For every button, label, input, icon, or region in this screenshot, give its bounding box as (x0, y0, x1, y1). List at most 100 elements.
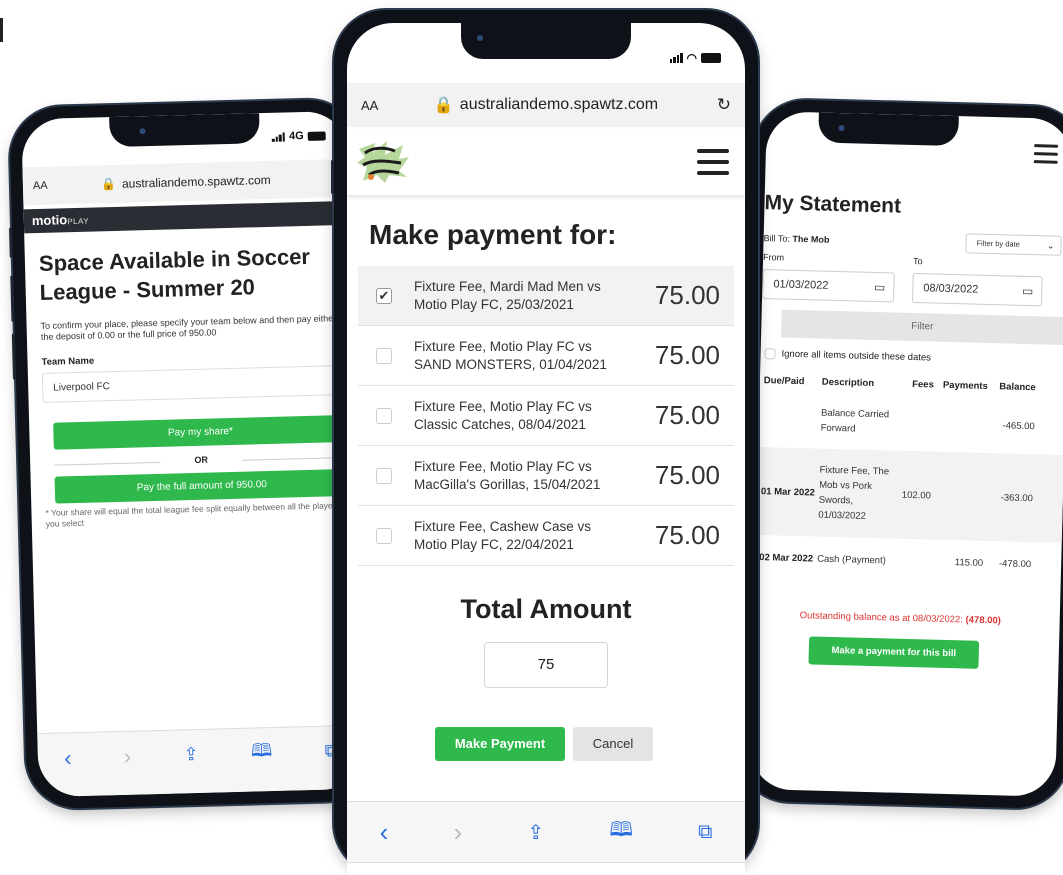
bookmarks-icon[interactable]: 🕮 (609, 815, 633, 849)
page-title: Space Available in Soccer League - Summe… (38, 243, 311, 305)
filter-button[interactable]: Filter (781, 309, 1063, 345)
make-payment-button[interactable]: Make Payment (435, 727, 565, 761)
row-description: Fixture Fee, The Mob vs Pork Swords, 01/… (818, 464, 890, 522)
row-due: 01 Mar 2022 (760, 485, 815, 498)
forward-icon[interactable]: › (124, 743, 132, 769)
status-bar: ◠ (669, 51, 721, 65)
brand-logo: motio (31, 212, 68, 229)
column-header: Payments (942, 379, 988, 392)
status-bar: 4G (272, 129, 326, 142)
column-header: Fees (912, 378, 934, 391)
outstanding-label: Outstanding balance as at 08/03/2022: (799, 610, 964, 626)
filter-select-value: Filter by date (976, 238, 1021, 249)
notch (109, 113, 260, 148)
phone-side-button (10, 275, 15, 322)
url-domain: australiandemo.spawtz.com (459, 96, 659, 113)
phone-left: 4G AA 🔒 australiandemo.spawtz.com motio P… (8, 98, 378, 810)
phone-side-button (331, 160, 334, 194)
fixture-amount: 75.00 (654, 340, 720, 370)
filter-by-date-select[interactable]: Filter by date ⌄ (965, 233, 1062, 256)
page-title: My Statement (764, 191, 902, 218)
lock-icon: 🔒 (433, 97, 454, 114)
pay-full-button[interactable]: Pay the full amount of 950.00 (54, 468, 350, 504)
team-name-input[interactable]: Liverpool FC (41, 364, 347, 403)
reload-icon[interactable]: ↻ (717, 95, 731, 115)
row-balance: -465.00 (1002, 419, 1035, 432)
chevron-down-icon: ⌄ (1046, 240, 1055, 251)
row-fees: 102.00 (901, 489, 932, 502)
signal-icon (669, 53, 683, 63)
page-title: Make payment for: (369, 219, 617, 250)
ignore-outside-dates[interactable]: Ignore all items outside these dates (764, 348, 931, 363)
from-label: From (762, 252, 785, 263)
column-header: Description (821, 376, 875, 389)
intro-text: To confirm your place, please specify yo… (40, 313, 337, 342)
menu-icon[interactable] (697, 149, 729, 175)
row-due (759, 419, 817, 421)
bill-to-label: Bill To: (763, 233, 791, 244)
phone-right: My Statement Bill To: The Mob Filter by … (736, 98, 1063, 810)
table-row: Balance Carried Forward -465.00 (758, 391, 1063, 455)
outstanding-value: (478.00) (965, 614, 1002, 627)
row-payments (933, 424, 987, 425)
url-domain: australiandemo.spawtz.com (121, 172, 271, 191)
fixture-description: Fixture Fee, Motio Play FC vs SAND MONST… (414, 338, 607, 372)
fixture-checkbox[interactable] (376, 347, 392, 364)
bookmarks-icon[interactable]: 🕮 (251, 738, 273, 769)
fixture-checkbox[interactable] (376, 407, 392, 424)
notch (818, 112, 960, 147)
fixture-checkbox[interactable] (376, 527, 392, 544)
to-label: To (912, 255, 923, 267)
fixture-row[interactable]: Fixture Fee, Cashew Case vs Motio Play F… (358, 506, 734, 566)
row-fees (895, 561, 929, 562)
from-date-value: 01/03/2022 (773, 278, 829, 292)
left-content: Space Available in Soccer League - Summe… (39, 241, 350, 530)
fixture-row[interactable]: Fixture Fee, Motio Play FC vs Classic Ca… (358, 386, 734, 446)
url-bar[interactable]: AA 🔒 australiandemo.spawtz.com (22, 158, 350, 206)
pay-bill-button[interactable]: Make a payment for this bill (808, 636, 980, 669)
total-amount-field[interactable]: 75 (484, 642, 608, 688)
left-screen: 4G AA 🔒 australiandemo.spawtz.com motio P… (21, 110, 365, 798)
fixture-description: Fixture Fee, Motio Play FC vs MacGilla's… (414, 458, 601, 492)
ignore-label: Ignore all items outside these dates (781, 348, 932, 364)
pay-share-button[interactable]: Pay my share* (53, 414, 348, 450)
row-fees (899, 423, 933, 424)
fixture-row[interactable]: Fixture Fee, Motio Play FC vs SAND MONST… (358, 326, 734, 386)
to-date-input[interactable]: 08/03/2022 ▭ (911, 272, 1043, 307)
share-icon[interactable]: ⇪ (527, 820, 544, 845)
row-payments: 115.00 (954, 556, 984, 569)
from-date-input[interactable]: 01/03/2022 ▭ (762, 269, 895, 303)
fixture-row[interactable]: Fixture Fee, Motio Play FC vs MacGilla's… (358, 446, 734, 506)
network-label: 4G (288, 129, 304, 143)
lock-icon: 🔒 (100, 176, 117, 192)
ignore-checkbox[interactable] (764, 348, 776, 360)
cancel-button[interactable]: Cancel (573, 727, 653, 761)
back-icon[interactable]: ‹ (380, 817, 389, 848)
fixture-list: ✔ Fixture Fee, Mardi Mad Men vs Motio Pl… (358, 266, 734, 566)
calendar-icon[interactable]: ▭ (874, 273, 886, 301)
url-bar[interactable]: AA 🔒 australiandemo.spawtz.com ↻ (347, 83, 745, 127)
row-balance: -363.00 (1000, 491, 1034, 504)
text-size-button[interactable]: AA (361, 98, 378, 113)
calendar-icon[interactable]: ▭ (1022, 277, 1034, 305)
fixture-description: Fixture Fee, Mardi Mad Men vs Motio Play… (414, 278, 601, 312)
text-size-button[interactable]: AA (33, 180, 48, 192)
battery-icon (307, 130, 326, 141)
forward-icon[interactable]: › (453, 817, 462, 848)
safari-toolbar: ‹ › ⇪ 🕮 ⧉ (347, 801, 745, 863)
club-logo (357, 141, 409, 183)
check-icon[interactable]: ✔ (376, 287, 392, 304)
fixture-checkbox[interactable] (376, 467, 392, 484)
footnote: * Your share will equal the total league… (45, 500, 340, 529)
row-balance: -478.00 (998, 557, 1032, 570)
wifi-icon: ◠ (686, 51, 697, 65)
safari-toolbar: ‹ › ⇪ 🕮 ⧉ (37, 724, 365, 798)
signal-icon (272, 131, 286, 142)
phone-middle: ◠ AA 🔒 australiandemo.spawtz.com ↻ Make … (331, 10, 758, 875)
fixture-row[interactable]: ✔ Fixture Fee, Mardi Mad Men vs Motio Pl… (358, 266, 734, 326)
back-icon[interactable]: ‹ (64, 745, 72, 771)
tabs-icon[interactable]: ⧉ (698, 821, 712, 844)
battery-icon (701, 53, 721, 63)
share-icon[interactable]: ⇪ (183, 744, 199, 765)
fixture-amount: 75.00 (654, 520, 720, 550)
